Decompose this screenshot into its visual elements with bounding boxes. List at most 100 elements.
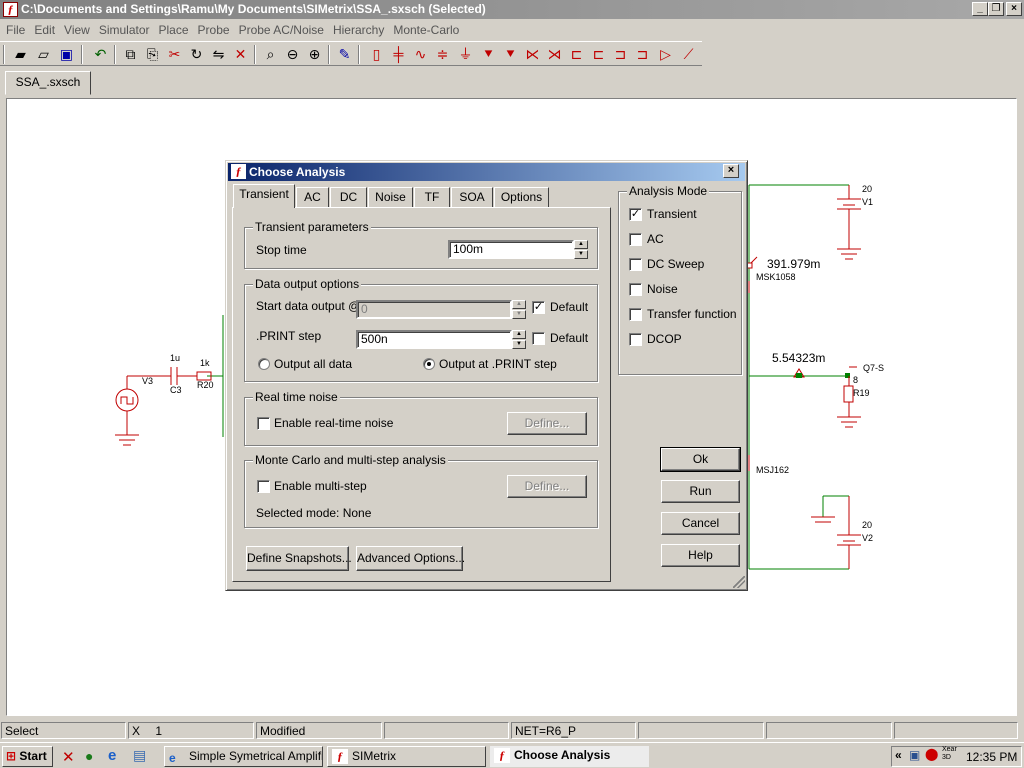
menu-simulator[interactable]: Simulator [93, 20, 153, 37]
advanced-options-button[interactable]: Advanced Options... [356, 546, 465, 571]
r19-value-text: 8 [853, 375, 858, 385]
inductor-icon[interactable]: ∿ [410, 44, 431, 65]
menu-hierarchy[interactable]: Hierarchy [327, 20, 387, 37]
dialog-title-bar[interactable]: ƒ Choose Analysis [228, 163, 745, 181]
menu-probe[interactable]: Probe [192, 20, 233, 37]
mode-dc-sweep-checkbox[interactable] [629, 258, 642, 271]
start-data-output-input[interactable]: 0 [356, 300, 512, 319]
menu-place[interactable]: Place [153, 20, 192, 37]
cut-icon[interactable]: ✂ [164, 44, 185, 65]
zoom-in-icon[interactable]: ⊕ [304, 44, 325, 65]
npn-icon[interactable]: ⋉ [522, 44, 543, 65]
save-icon[interactable]: ▣ [56, 44, 77, 65]
copy-icon[interactable]: ⧉ [120, 44, 141, 65]
pnp-icon[interactable]: ⋊ [544, 44, 565, 65]
xear-3d-icon[interactable]: Xear 3D [942, 746, 960, 762]
opamp-icon[interactable]: ▷ [655, 44, 676, 65]
mode-transient-checkbox[interactable]: ✓ [629, 208, 642, 221]
tab-soa[interactable]: SOA [451, 187, 493, 207]
zener-icon[interactable]: ⯆ [500, 44, 521, 65]
open-folder-icon[interactable]: ▰ [10, 44, 31, 65]
network-icon[interactable]: ▣ [909, 748, 920, 762]
menu-view[interactable]: View [58, 20, 93, 37]
print-step-spinner[interactable]: ▲ ▼ [512, 330, 526, 349]
print-step-input[interactable]: 500n [356, 330, 512, 349]
internet-explorer-icon[interactable]: e [108, 747, 116, 764]
zoom-out-icon[interactable]: ⊖ [282, 44, 303, 65]
resize-grip-icon[interactable] [733, 576, 745, 588]
ok-button[interactable]: Ok [660, 447, 741, 472]
define-real-time-noise-button[interactable]: Define... [507, 412, 587, 435]
help-button[interactable]: Help [661, 544, 740, 567]
mode-transfer-function-label: Transfer function [647, 307, 737, 321]
define-multi-step-button[interactable]: Define... [507, 475, 587, 498]
capacitor-icon[interactable]: ╪ [388, 44, 409, 65]
tray-expand-icon[interactable]: « [895, 748, 902, 762]
pjfet-icon[interactable]: ⊐ [632, 44, 653, 65]
close-window-button[interactable]: × [1006, 2, 1022, 16]
stop-time-spinner[interactable]: ▲ ▼ [574, 240, 588, 259]
output-at-print-step-radio[interactable] [423, 358, 435, 370]
mode-ac-checkbox[interactable] [629, 233, 642, 246]
paste-icon[interactable]: ⎘ [142, 44, 163, 65]
tab-noise[interactable]: Noise [368, 187, 413, 207]
close-x-quicklaunch-icon[interactable]: ✕ [62, 748, 75, 766]
task-simple-symetrical-amplifier[interactable]: e Simple Symetrical Amplifi... [164, 746, 323, 767]
stop-time-input[interactable]: 100m [448, 240, 574, 259]
wire-pencil-icon[interactable]: ✎ [334, 44, 355, 65]
menu-monte-carlo[interactable]: Monte-Carlo [387, 20, 462, 37]
antivirus-icon[interactable]: ⬤ [925, 747, 938, 761]
menu-file[interactable]: File [0, 20, 28, 37]
start-default-checkbox[interactable]: ✓ [532, 301, 545, 314]
output-all-data-radio[interactable] [258, 358, 270, 370]
zoom-fit-icon[interactable]: ⌕ [260, 44, 281, 65]
stop-time-up-arrow-icon[interactable]: ▲ [574, 240, 588, 249]
tab-transient[interactable]: Transient [233, 184, 295, 208]
dialog-close-button[interactable]: × [723, 164, 739, 178]
maximize-button[interactable]: ❐ [988, 2, 1004, 16]
start-data-spinner[interactable]: ▲ ▼ [512, 300, 526, 319]
globe-quicklaunch-icon[interactable]: ● [85, 748, 93, 764]
tab-tf[interactable]: TF [414, 187, 450, 207]
undo-icon[interactable]: ↶ [90, 44, 111, 65]
cancel-button[interactable]: Cancel [661, 512, 740, 535]
simetrix-app-icon[interactable]: ƒ [3, 2, 18, 17]
enable-real-time-noise-checkbox[interactable] [257, 417, 270, 430]
diode-icon[interactable]: ⯆ [478, 44, 499, 65]
pmos-icon[interactable]: ⊏ [588, 44, 609, 65]
tab-options[interactable]: Options [494, 187, 549, 207]
start-data-up-arrow-icon[interactable]: ▲ [512, 300, 526, 309]
define-snapshots-button[interactable]: Define Snapshots... [246, 546, 352, 571]
open-recent-icon[interactable]: ▱ [33, 44, 54, 65]
tab-ac[interactable]: AC [296, 187, 329, 207]
njfet-icon[interactable]: ⊐ [610, 44, 631, 65]
task-simetrix[interactable]: ƒ SIMetrix [327, 746, 486, 767]
toolbar-separator [328, 45, 330, 64]
tab-dc[interactable]: DC [330, 187, 367, 207]
print-step-up-arrow-icon[interactable]: ▲ [512, 330, 526, 339]
mode-transfer-function-checkbox[interactable] [629, 308, 642, 321]
mode-dcop-checkbox[interactable] [629, 333, 642, 346]
start-button[interactable]: ⊞ Start [2, 746, 53, 767]
menu-edit[interactable]: Edit [28, 20, 58, 37]
show-desktop-icon[interactable]: ▤ [133, 747, 146, 764]
print-default-checkbox[interactable] [532, 332, 545, 345]
enable-multi-step-checkbox[interactable] [257, 480, 270, 493]
ground-icon[interactable]: ⏚ [455, 44, 476, 65]
battery-icon[interactable]: ≑ [432, 44, 453, 65]
task-choose-analysis[interactable]: ƒ Choose Analysis [490, 746, 649, 767]
resistor-icon[interactable]: ▯ [366, 44, 387, 65]
probe-icon[interactable]: ⟋ [678, 44, 699, 65]
menu-probe-ac-noise[interactable]: Probe AC/Noise [233, 20, 327, 37]
stop-time-down-arrow-icon[interactable]: ▼ [574, 250, 588, 259]
mirror-icon[interactable]: ⇋ [208, 44, 229, 65]
run-button[interactable]: Run [661, 480, 740, 503]
print-step-down-arrow-icon[interactable]: ▼ [512, 340, 526, 349]
minimize-button[interactable]: _ [972, 2, 988, 16]
rotate-icon[interactable]: ↻ [186, 44, 207, 65]
delete-icon[interactable]: ✕ [230, 44, 251, 65]
document-tab[interactable]: SSA_.sxsch [5, 71, 91, 95]
nmos-icon[interactable]: ⊏ [566, 44, 587, 65]
mode-noise-checkbox[interactable] [629, 283, 642, 296]
start-data-down-arrow-icon[interactable]: ▼ [512, 310, 526, 319]
